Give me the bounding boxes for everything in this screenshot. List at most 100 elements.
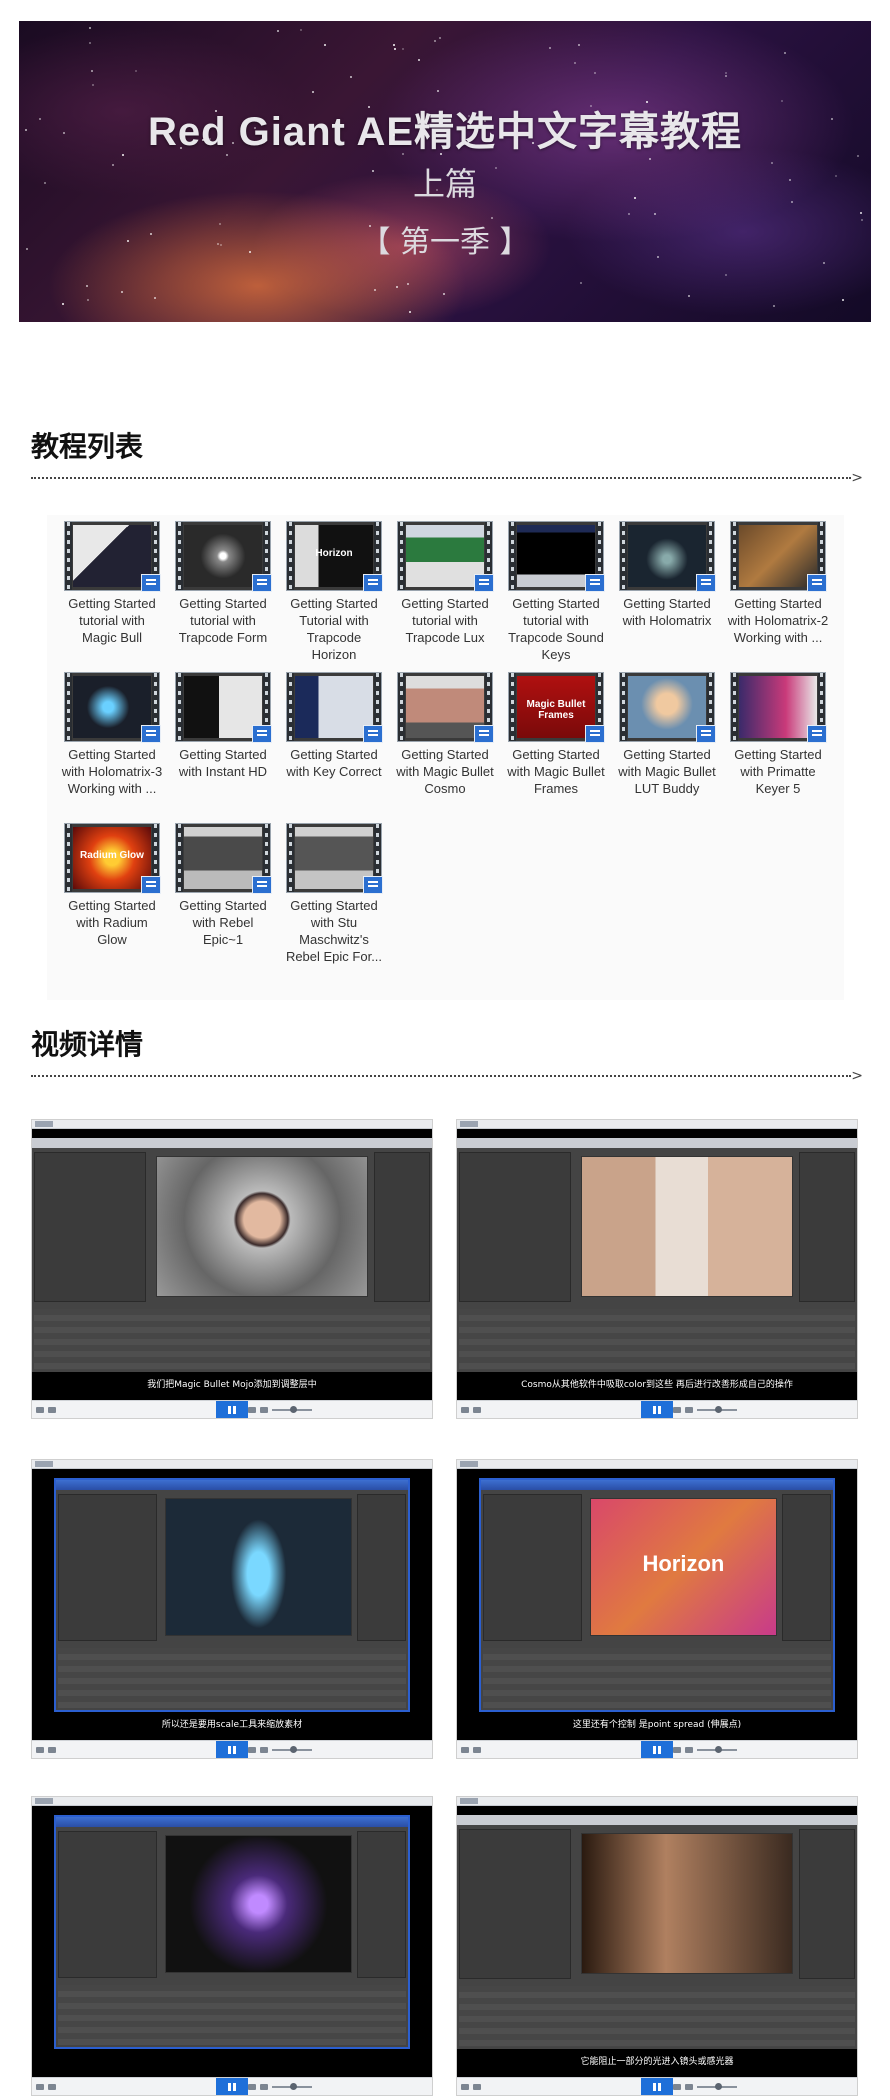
pause-button[interactable] [216, 1741, 248, 1758]
tutorial-item[interactable]: Getting Started tutorial with Trapcode S… [505, 521, 607, 663]
eye-icon[interactable] [473, 2084, 481, 2090]
camera-icon[interactable] [461, 1747, 469, 1753]
star-decoration [277, 29, 280, 32]
eye-icon[interactable] [473, 1407, 481, 1413]
arrow-right-icon: > [851, 470, 863, 486]
eye-icon[interactable] [48, 2084, 56, 2090]
tutorial-item-label: Getting Started tutorial with Trapcode F… [178, 596, 268, 645]
player-title-bar [457, 1120, 857, 1129]
star-decoration [24, 128, 27, 131]
after-effects-window [32, 1138, 432, 1372]
video-thumbnail-icon: Radium Glow [64, 823, 161, 894]
camera-icon[interactable] [461, 1407, 469, 1413]
after-effects-window [54, 1478, 410, 1712]
tutorial-item-label: Getting Started with Magic Bullet Cosmo [396, 747, 494, 796]
pause-small-icon[interactable] [673, 2084, 681, 2090]
video-thumbnail-icon [64, 672, 161, 743]
star-decoration [85, 284, 88, 287]
volume-slider[interactable] [272, 1406, 312, 1413]
banner-title: Red Giant AE精选中文字幕教程 [147, 110, 743, 154]
video-thumbnail-icon [508, 521, 605, 592]
video-file-badge-icon [585, 725, 605, 743]
tutorial-item[interactable]: Getting Started with Stu Maschwitz's Reb… [283, 823, 385, 965]
tutorial-item[interactable]: Getting Started with Magic Bullet LUT Bu… [616, 672, 718, 797]
fullscreen-icon[interactable] [685, 2084, 693, 2090]
pause-button[interactable] [216, 1401, 248, 1418]
camera-icon[interactable] [461, 2084, 469, 2090]
star-decoration [406, 282, 409, 285]
tutorial-item[interactable]: Getting Started with Key Correct [283, 672, 385, 780]
star-decoration [253, 126, 256, 129]
pause-button[interactable] [641, 1741, 673, 1758]
video-thumbnail-icon [619, 672, 716, 743]
player-title-bar [32, 1797, 432, 1806]
tutorial-item-label: Getting Started with Key Correct [286, 747, 382, 779]
fullscreen-icon[interactable] [260, 1407, 268, 1413]
volume-slider[interactable] [697, 1406, 737, 1413]
video-thumbnail-icon [619, 521, 716, 592]
video-file-badge-icon [474, 725, 494, 743]
tutorial-item[interactable]: Horizon Getting Started Tutorial with Tra… [283, 521, 385, 663]
tutorial-item[interactable]: Magic Bullet Frames Getting Started with … [505, 672, 607, 797]
pause-small-icon[interactable] [673, 1407, 681, 1413]
fullscreen-icon[interactable] [685, 1747, 693, 1753]
tutorial-item[interactable]: Getting Started tutorial with Trapcode L… [394, 521, 496, 646]
tutorial-item-label: Getting Started with Instant HD [178, 747, 268, 779]
pause-button[interactable] [641, 2078, 673, 2095]
volume-slider[interactable] [697, 1746, 737, 1753]
tutorial-item-label: Getting Started tutorial with Magic Bull [68, 596, 156, 645]
volume-slider[interactable] [697, 2083, 737, 2090]
tutorial-item[interactable]: Getting Started with Holomatrix-2 Workin… [727, 521, 829, 646]
video-thumbnail-icon [175, 521, 272, 592]
volume-slider[interactable] [272, 1746, 312, 1753]
eye-icon[interactable] [48, 1407, 56, 1413]
pause-button[interactable] [216, 2078, 248, 2095]
star-decoration [396, 285, 399, 288]
after-effects-window [457, 1815, 857, 2049]
tutorial-item[interactable]: Getting Started with Holomatrix-3 Workin… [61, 672, 163, 797]
pause-small-icon[interactable] [248, 1747, 256, 1753]
tutorial-item[interactable]: Getting Started with Rebel Epic~1 [172, 823, 274, 948]
pause-small-icon[interactable] [248, 2084, 256, 2090]
composition-viewer [165, 1498, 352, 1637]
video-file-badge-icon [696, 725, 716, 743]
eye-icon[interactable] [473, 1747, 481, 1753]
star-decoration [402, 152, 405, 155]
star-decoration [392, 134, 395, 137]
fullscreen-icon[interactable] [260, 1747, 268, 1753]
tutorial-item[interactable]: Getting Started with Primatte Keyer 5 [727, 672, 829, 797]
player-controls [457, 1740, 857, 1758]
tutorial-item[interactable]: Radium Glow Getting Started with Radium G… [61, 823, 163, 948]
pause-small-icon[interactable] [673, 1747, 681, 1753]
pause-button[interactable] [641, 1401, 673, 1418]
fullscreen-icon[interactable] [260, 2084, 268, 2090]
camera-icon[interactable] [36, 1747, 44, 1753]
volume-slider[interactable] [272, 2083, 312, 2090]
player-title-bar [32, 1120, 432, 1129]
camera-icon[interactable] [36, 2084, 44, 2090]
timeline-panel [58, 1985, 406, 2045]
star-decoration [724, 71, 727, 74]
video-thumbnail-icon [286, 672, 383, 743]
eye-icon[interactable] [48, 1747, 56, 1753]
video-screenshot [31, 1796, 433, 2096]
star-decoration [373, 289, 376, 292]
star-decoration [438, 36, 441, 39]
tutorial-item[interactable]: Getting Started with Instant HD [172, 672, 274, 780]
camera-icon[interactable] [36, 1407, 44, 1413]
star-decoration [179, 146, 182, 149]
player-controls [457, 2077, 857, 2095]
video-file-badge-icon [474, 574, 494, 592]
tutorial-item[interactable]: Getting Started tutorial with Trapcode F… [172, 521, 274, 646]
composition-viewer: Horizon [590, 1498, 777, 1637]
fullscreen-icon[interactable] [685, 1407, 693, 1413]
star-decoration [437, 89, 440, 92]
star-decoration [770, 162, 773, 165]
star-decoration [434, 40, 437, 43]
tutorial-item[interactable]: Getting Started with Magic Bullet Cosmo [394, 672, 496, 797]
tutorial-item[interactable]: Getting Started with Holomatrix [616, 521, 718, 629]
pause-small-icon[interactable] [248, 1407, 256, 1413]
tutorial-item[interactable]: Getting Started tutorial with Magic Bull [61, 521, 163, 646]
star-decoration [628, 212, 631, 215]
video-screenshot: 所以还是要用scale工具来缩放素材 [31, 1459, 433, 1759]
